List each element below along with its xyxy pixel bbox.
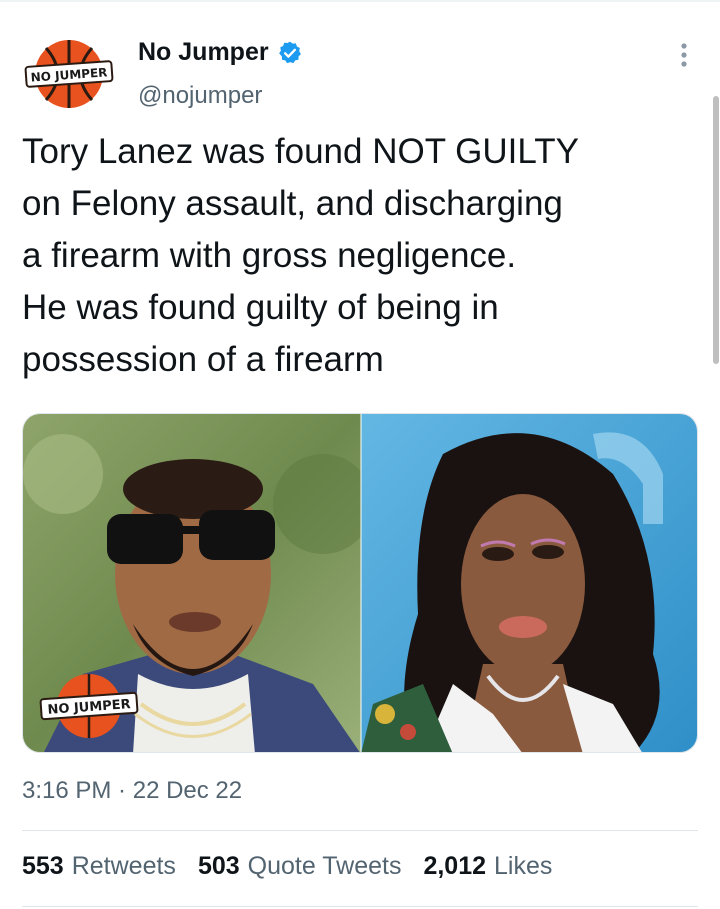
timestamp-separator: ·: [111, 777, 133, 804]
tweet-text-line: possession of a firearm: [22, 340, 384, 379]
author-avatar[interactable]: NO JUMPER: [24, 34, 114, 114]
left-photo: NO JUMPER: [23, 414, 373, 752]
engagement-stats: 553 Retweets 503 Quote Tweets 2,012 Likes: [22, 852, 574, 881]
likes-label: Likes: [494, 852, 553, 880]
retweets-stat[interactable]: 553 Retweets: [22, 852, 176, 881]
quote-tweets-stat[interactable]: 503 Quote Tweets: [198, 852, 402, 881]
author-name[interactable]: No Jumper: [138, 38, 269, 67]
likes-stat[interactable]: 2,012 Likes: [423, 852, 552, 881]
author-name-row[interactable]: No Jumper: [138, 38, 303, 67]
tweet-timestamp[interactable]: 3:16 PM · 22 Dec 22: [22, 777, 242, 805]
likes-count: 2,012: [423, 852, 487, 880]
basketball-logo-icon: NO JUMPER: [24, 40, 114, 108]
verified-badge-icon: [277, 40, 303, 66]
tweet-text-line: He was found guilty of being in: [22, 288, 499, 327]
top-divider: [0, 0, 720, 2]
divider: [22, 906, 698, 907]
tweet-text-line: Tory Lanez was found NOT GUILTY: [22, 132, 579, 171]
tweet-detail-page: NO JUMPER No Jumper @nojumper Tory Lanez…: [0, 0, 720, 909]
tweet-time[interactable]: 3:16 PM: [22, 777, 111, 805]
quote-tweets-count: 503: [197, 852, 240, 880]
retweets-count: 553: [22, 852, 64, 880]
more-options-icon[interactable]: [672, 40, 696, 70]
scrollbar[interactable]: [713, 96, 719, 364]
tweet-text-line: a firearm with gross negligence.: [22, 236, 517, 275]
tweet-text-line: on Felony assault, and discharging: [22, 184, 563, 223]
retweets-label: Retweets: [71, 852, 176, 880]
quote-tweets-label: Quote Tweets: [247, 852, 402, 880]
tweet-date[interactable]: 22 Dec 22: [133, 777, 242, 805]
author-handle[interactable]: @nojumper: [138, 82, 262, 110]
right-photo: [361, 414, 697, 752]
tweet-media-image[interactable]: NO JUMPER: [22, 413, 698, 753]
divider: [22, 830, 698, 831]
tweet-text: Tory Lanez was found NOT GUILTY on Felon…: [22, 126, 702, 386]
